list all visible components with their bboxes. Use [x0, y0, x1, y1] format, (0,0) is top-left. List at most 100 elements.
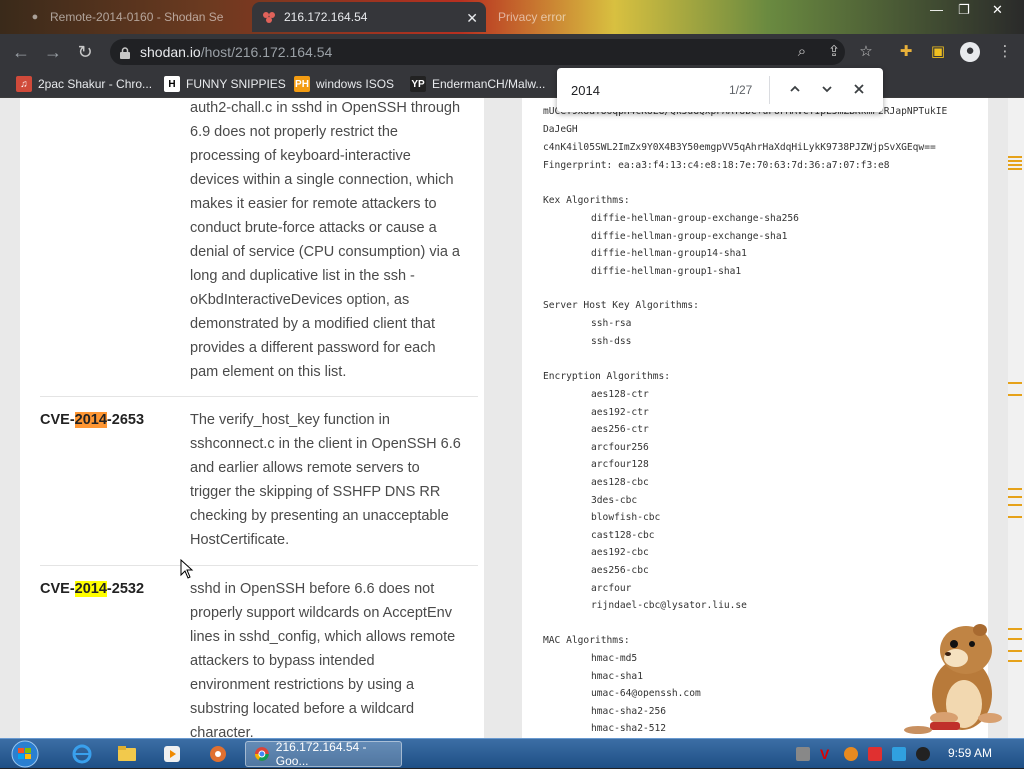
- find-marker: [1008, 156, 1022, 158]
- cve-description-line: oKbdInteractiveDevices option, as: [190, 292, 410, 308]
- find-next-icon[interactable]: [817, 80, 837, 100]
- page-content: auth2-chall.c in sshd in OpenSSH through…: [0, 98, 1024, 738]
- find-marker: [1008, 168, 1022, 170]
- tab-shodan-search[interactable]: ● Remote-2014-0160 - Shodan Se: [18, 2, 250, 32]
- cve-description-line: trigger the skipping of SSHFP DNS RR: [190, 484, 441, 500]
- file-explorer-icon[interactable]: [108, 742, 144, 766]
- mouse-cursor-icon: [180, 559, 194, 579]
- minimize-icon[interactable]: —: [930, 2, 943, 17]
- maximize-icon[interactable]: ❐: [958, 2, 970, 18]
- chrome-taskbar-button[interactable]: 216.172.164.54 - Goo...: [245, 740, 402, 768]
- shodan-favicon-icon: [262, 10, 276, 24]
- close-tab-icon[interactable]: ✕: [466, 10, 478, 27]
- h-favicon-icon: H: [164, 76, 180, 92]
- url-path: /host/216.172.164.54: [200, 44, 333, 60]
- cve-id[interactable]: CVE-2014-2653: [40, 408, 144, 432]
- url-host: shodan.io: [140, 44, 201, 60]
- bookmark-endermanch[interactable]: YP EndermanCH/Malw...: [410, 75, 545, 93]
- vulnerabilities-panel: auth2-chall.c in sshd in OpenSSH through…: [20, 98, 484, 738]
- tray-app-icon[interactable]: [796, 747, 810, 761]
- kex-title: Kex Algorithms:: [543, 195, 630, 206]
- find-marker: [1008, 516, 1022, 518]
- find-marker: [1008, 638, 1022, 640]
- cve-id[interactable]: CVE-2014-2532: [40, 577, 144, 601]
- tray-flag-icon[interactable]: [868, 747, 882, 761]
- tray-display-icon[interactable]: [892, 747, 906, 761]
- encryption-algorithm: blowfish-cbc: [591, 512, 661, 524]
- start-button-icon[interactable]: [6, 739, 44, 769]
- ph-favicon-icon: PH: [294, 76, 310, 92]
- cve-description-line: The verify_host_key function in: [190, 412, 390, 428]
- find-divider: [769, 76, 770, 104]
- encryption-algorithm: arcfour128: [591, 459, 649, 471]
- tab-label: Remote-2014-0160 - Shodan Se: [50, 10, 224, 24]
- scrollbar[interactable]: [1008, 98, 1024, 738]
- kex-algorithm: diffie-hellman-group1-sha1: [591, 265, 742, 277]
- bookmark-favicon-icon: ♫: [16, 76, 32, 92]
- find-input[interactable]: [571, 80, 721, 100]
- cve-description-line: character.: [190, 725, 254, 738]
- sidebar-icon[interactable]: ▣: [929, 43, 947, 61]
- cve-description: sshd in OpenSSH before 6.6 does not prope…: [190, 577, 482, 738]
- share-icon[interactable]: ⇪: [825, 43, 843, 61]
- encryption-algorithm: aes192-ctr: [591, 406, 649, 418]
- search-highlight: 2014: [74, 581, 107, 597]
- find-marker: [1008, 628, 1022, 630]
- cve-description-line: makes it easier for remote attackers to: [190, 196, 437, 212]
- find-close-icon[interactable]: [849, 80, 869, 100]
- find-marker: [1008, 488, 1022, 490]
- row-divider: [40, 396, 478, 397]
- cve-description-line: provides a different password for each: [190, 340, 436, 356]
- extensions-icon[interactable]: ✚: [897, 43, 915, 61]
- hamster-mascot-icon: [904, 624, 1002, 734]
- chrome-task-label: 216.172.164.54 - Goo...: [275, 740, 367, 768]
- close-window-icon[interactable]: ✕: [992, 2, 1003, 18]
- tray-v-icon[interactable]: V: [820, 747, 834, 761]
- cve-description-line: sshd in OpenSSH before 6.6 does not: [190, 581, 435, 597]
- profile-avatar-icon[interactable]: ●: [960, 42, 980, 62]
- cve-description-line: properly support wildcards on AcceptEnv: [190, 605, 452, 621]
- browser-toolbar: ← → ↻ shodan.io/host/216.172.164.54 ⌕ ⇪ …: [0, 34, 1024, 70]
- ssh-fingerprint: Fingerprint: ea:a3:f4:13:c4:e8:18:7e:70:…: [543, 160, 890, 171]
- tray-volume-icon[interactable]: [916, 747, 930, 761]
- find-marker: [1008, 660, 1022, 662]
- back-icon[interactable]: ←: [10, 41, 32, 63]
- cve-description-line: substring located before a wildcard: [190, 701, 415, 717]
- find-previous-icon[interactable]: [785, 80, 805, 100]
- cve-description-line: pam element on this list.: [190, 364, 347, 380]
- forward-icon[interactable]: →: [42, 41, 64, 63]
- internet-explorer-icon[interactable]: [64, 742, 100, 766]
- encryption-algorithm: 3des-cbc: [591, 494, 638, 506]
- bookmark-label: EndermanCH/Malw...: [432, 77, 546, 91]
- menu-kebab-icon[interactable]: ⋮: [996, 43, 1014, 61]
- find-bar: 1/27: [557, 68, 883, 112]
- bookmark-windows-isos[interactable]: PH windows ISOS: [294, 75, 394, 93]
- encryption-algorithm: aes256-cbc: [591, 565, 649, 576]
- search-highlight-current: 2014: [74, 412, 107, 428]
- cve-description-line: checking by presenting an unacceptable: [190, 508, 449, 524]
- bookmark-star-icon[interactable]: ☆: [857, 43, 875, 61]
- app-icon[interactable]: [200, 742, 236, 766]
- tray-search-icon[interactable]: [844, 747, 858, 761]
- kex-algorithm: diffie-hellman-group-exchange-sha256: [591, 213, 799, 224]
- cve-description-line: environment restrictions by using a: [190, 677, 415, 693]
- media-player-icon[interactable]: [154, 742, 190, 766]
- cve-description-line: attackers to bypass intended: [190, 653, 375, 669]
- tab-host[interactable]: 216.172.164.54 ✕: [252, 2, 486, 32]
- bookmark-funny-snippies[interactable]: H FUNNY SNIPPIES: [164, 75, 286, 93]
- find-marker: [1008, 382, 1022, 384]
- encryption-algorithm: arcfour: [591, 582, 632, 594]
- zoom-search-icon[interactable]: ⌕: [793, 43, 811, 61]
- address-bar[interactable]: shodan.io/host/216.172.164.54: [110, 39, 845, 65]
- reload-icon[interactable]: ↻: [74, 41, 96, 63]
- cve-description-line: processing of keyboard-interactive: [190, 148, 411, 164]
- bookmark-2pac[interactable]: ♫ 2pac Shakur - Chro...: [16, 75, 152, 93]
- encryption-algorithm: aes128-cbc: [591, 477, 649, 488]
- mac-algorithm: hmac-sha2-512: [591, 723, 667, 735]
- tab-label: Privacy error: [498, 10, 567, 24]
- yp-favicon-icon: YP: [410, 76, 426, 92]
- find-match-count: 1/27: [729, 83, 753, 97]
- bookmark-label: 2pac Shakur - Chro...: [38, 77, 153, 91]
- hostkey-algorithm: ssh-rsa: [591, 318, 632, 329]
- tab-privacy-error[interactable]: Privacy error: [488, 2, 648, 32]
